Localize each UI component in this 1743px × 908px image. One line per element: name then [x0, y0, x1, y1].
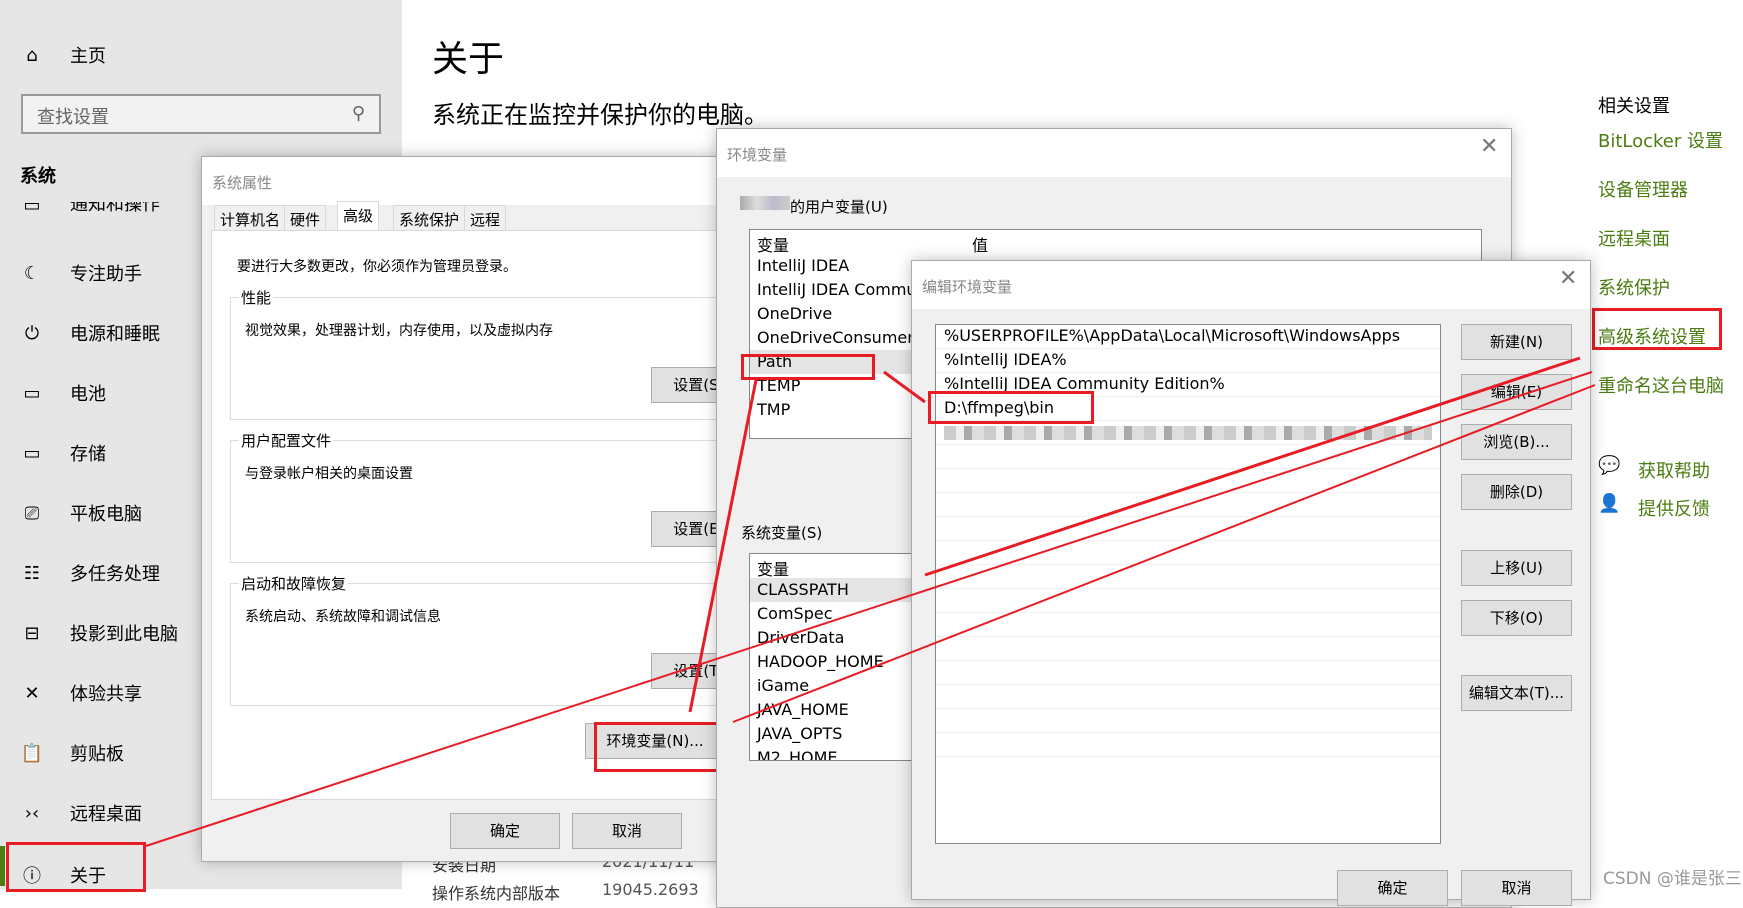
watermark: CSDN @谁是张三 [1603, 869, 1742, 889]
arrow-to-advanced-2 [924, 356, 1581, 577]
arrow-about-to-advanced [145, 371, 1593, 847]
arrow-rename-to-env [732, 384, 1596, 723]
arrow-env-to-path [688, 379, 758, 713]
arrow-path-to-ffmpeg [883, 370, 926, 404]
annotation-arrows [145, 356, 1596, 847]
